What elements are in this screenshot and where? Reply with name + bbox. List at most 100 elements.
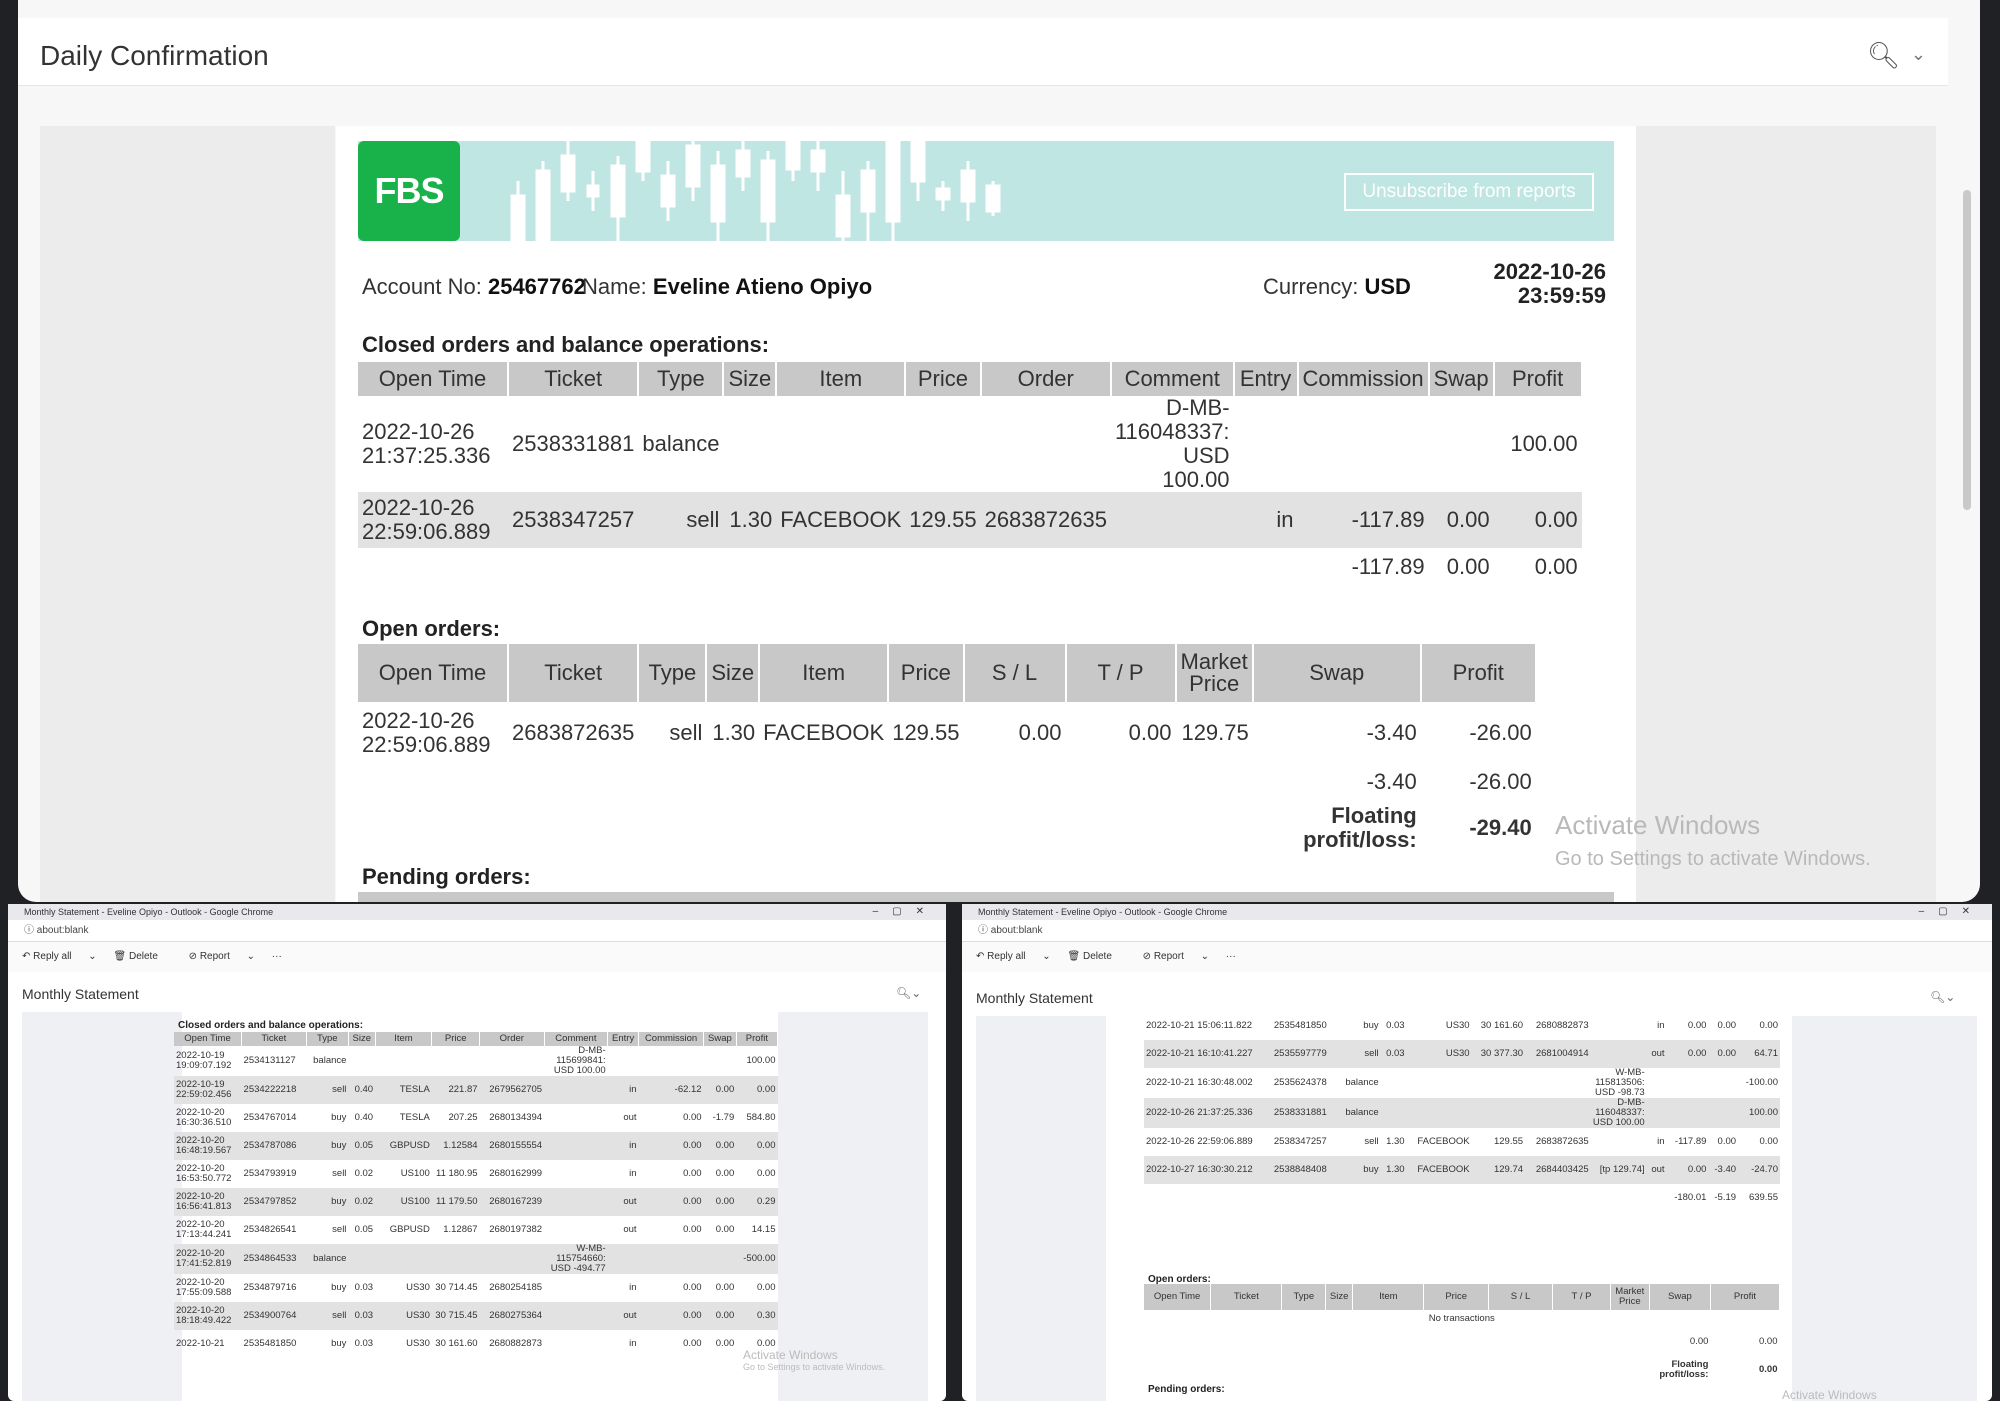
column-header: Type: [306, 1032, 349, 1046]
more-button[interactable]: ···: [1226, 951, 1236, 962]
left-margin: [40, 126, 335, 902]
table-row: 2022-10-26 21:37:25.336 2538331881 balanc…: [362, 395, 1578, 492]
column-header: Item: [776, 362, 907, 396]
column-header: Swap: [703, 1032, 737, 1046]
column-header: Commission: [1297, 362, 1430, 396]
column-header: Market Price: [1610, 1284, 1650, 1310]
column-header: Swap: [1649, 1284, 1711, 1310]
table-row: 2022-10-19 22:59:02.456 2534222218 sell 0.4…: [174, 1076, 778, 1104]
table-row: 2022-10-26 22:59:06.889 2538347257 sell 1.3…: [1146, 1136, 1778, 1147]
column-header: Price: [888, 644, 965, 702]
column-header: T / P: [1552, 1284, 1611, 1310]
right-margin: [1792, 1016, 1977, 1401]
column-header: Profit: [1710, 1284, 1781, 1310]
column-header: Open Time: [1144, 1284, 1212, 1310]
left-margin: [976, 1016, 1106, 1401]
column-header: Order: [980, 362, 1112, 396]
report-button[interactable]: ⊘ Report ⌄: [189, 951, 255, 962]
report-banner: FBS Unsubscribe from reports: [358, 141, 1614, 241]
table-row: 2022-10-21 2535481850 buy 0.03 US30 30 161.60…: [176, 1338, 776, 1349]
floating-label: Floating profit/loss:: [1659, 1359, 1709, 1380]
reply-all-button[interactable]: ↶ Reply all ⌄: [22, 951, 97, 962]
page-title: Daily Confirmation: [40, 40, 269, 71]
column-header: Ticket: [508, 644, 640, 702]
totals-row: -3.40 -26.00: [1366, 769, 1532, 794]
column-header: Item: [759, 644, 890, 702]
column-header: Open Time: [358, 644, 509, 702]
column-header: Profit: [1420, 644, 1537, 702]
totals-row: 0.00 0.00: [1689, 1336, 1778, 1347]
table-row: 2022-10-26 21:37:25.336 2538331881 balance…: [1144, 1097, 1780, 1128]
scrollbar-thumb[interactable]: [1963, 190, 1971, 510]
open-orders-table: Open Time Ticket Type Size Item Price S / LT /…: [358, 644, 1537, 856]
column-header: Price: [905, 362, 982, 396]
account-name: Name: Eveline Atieno Opiyo: [582, 274, 873, 299]
more-button[interactable]: ···: [272, 951, 282, 962]
table-header: Open Time Ticket Type Size Item Price Order Com…: [358, 362, 1583, 396]
floating-label: Floating profit/loss:: [1303, 803, 1417, 852]
message-header: Daily Confirmation 🔍︎ ⌄: [18, 18, 1948, 86]
table-row: 2022-10-20 18:18:49.422 2534900764 sell 0.0…: [174, 1302, 778, 1330]
totals-row: -180.01 -5.19 639.55: [1674, 1192, 1778, 1203]
report-button[interactable]: ⊘ Report ⌄: [1143, 951, 1209, 962]
candlestick-decoration: [510, 141, 1001, 241]
column-header: Ticket: [1210, 1284, 1283, 1310]
unsubscribe-button[interactable]: Unsubscribe from reports: [1344, 173, 1594, 211]
message-title: Monthly Statement: [976, 990, 1093, 1006]
title-bar: Monthly Statement - Eveline Opiyo - Outl…: [8, 904, 946, 920]
column-header: Comment: [544, 1032, 609, 1046]
reply-all-button[interactable]: ↶ Reply all ⌄: [976, 951, 1051, 962]
scrollbar[interactable]: [1960, 100, 1974, 890]
window-controls[interactable]: –▢✕: [1919, 904, 1984, 920]
table-row: 2022-10-21 15:06:11.822 2535481850 buy 0.03…: [1146, 1020, 1778, 1031]
column-header: Open Time: [174, 1032, 243, 1046]
floating-row: Floating profit/loss: -29.40: [358, 800, 1536, 856]
table-row: 2022-10-20 16:56:41.813 2534797852 buy 0.02…: [174, 1188, 778, 1216]
zoom-icon[interactable]: 🔍︎⌄: [896, 986, 921, 1000]
report-datetime: 2022-10-26 23:59:59: [1493, 259, 1606, 308]
zoom-icon[interactable]: 🔍︎: [1867, 40, 1900, 71]
delete-button[interactable]: 🗑 Delete: [113, 951, 171, 962]
toolbar: ↶ Reply all ⌄ 🗑 Delete ⊘ Report ⌄ ···: [8, 942, 946, 972]
column-header: Swap: [1252, 644, 1422, 702]
address-bar[interactable]: ⓘ about:blank: [962, 920, 1992, 942]
table-row: 2022-10-20 17:13:44.241 2534826541 sell 0.0…: [176, 1219, 776, 1240]
column-header: Ticket: [508, 362, 640, 396]
column-header: Market Price: [1175, 644, 1254, 702]
delete-button[interactable]: 🗑 Delete: [1067, 951, 1125, 962]
column-header: Price: [1423, 1284, 1489, 1310]
toolbar: ↶ Reply all ⌄ 🗑 Delete ⊘ Report ⌄ ···: [962, 942, 1992, 972]
column-header: Ticket: [241, 1032, 307, 1046]
table-row: 2022-10-26 22:59:06.889 2683872635 sell 1…: [362, 708, 1532, 757]
monthly-statement-window-right: Monthly Statement - Eveline Opiyo - Outl…: [962, 904, 1992, 1401]
pending-table-header: [358, 892, 1614, 902]
closed-orders-table: Open Time Ticket Type Size Item Price Order Com…: [174, 1032, 779, 1358]
activation-watermark: Activate Windows: [1782, 1388, 1877, 1401]
window-controls[interactable]: –▢✕: [873, 904, 938, 920]
floating-value: 0.00: [1759, 1364, 1778, 1375]
zoom-icon[interactable]: 🔍︎⌄: [1930, 990, 1955, 1004]
address-bar[interactable]: ⓘ about:blank: [8, 920, 946, 942]
column-header: Swap: [1428, 362, 1495, 396]
info-icon: ⓘ: [24, 925, 37, 936]
column-header: Open Time: [358, 362, 509, 396]
report-body: FBS Unsubscribe from reports Account No:…: [336, 126, 1636, 902]
floating-row: Floating profit/loss: 0.00: [1144, 1356, 1780, 1384]
account-number: Account No: 25467762: [362, 274, 586, 299]
chevron-down-icon[interactable]: ⌄: [1911, 44, 1926, 65]
table-header: Open Time Ticket Type Size Item Price Order Com…: [174, 1032, 779, 1046]
account-currency: Currency: USD: [1263, 274, 1411, 299]
table-row: 2022-10-21 16:10:41.227 2535597779 sell 0.0…: [1144, 1040, 1780, 1068]
column-header: Type: [638, 644, 708, 702]
column-header: Comment: [1110, 362, 1235, 396]
pending-orders-title: Pending orders:: [1148, 1384, 1225, 1395]
column-header: Item: [375, 1032, 433, 1046]
table-row: 2022-10-20 16:53:50.772 2534793919 sell 0.0…: [176, 1163, 776, 1184]
table-row: 2022-10-19 19:09:07.192 2534131127 balance…: [176, 1045, 776, 1076]
column-header: Type: [638, 362, 725, 396]
open-orders-title: Open orders:: [362, 616, 501, 641]
column-header: Profit: [736, 1032, 779, 1046]
closed-orders-title: Closed orders and balance operations:: [178, 1020, 364, 1031]
column-header: Order: [479, 1032, 545, 1046]
table-header: Open Time Ticket Type Size Item Price S / LT /…: [358, 644, 1537, 702]
